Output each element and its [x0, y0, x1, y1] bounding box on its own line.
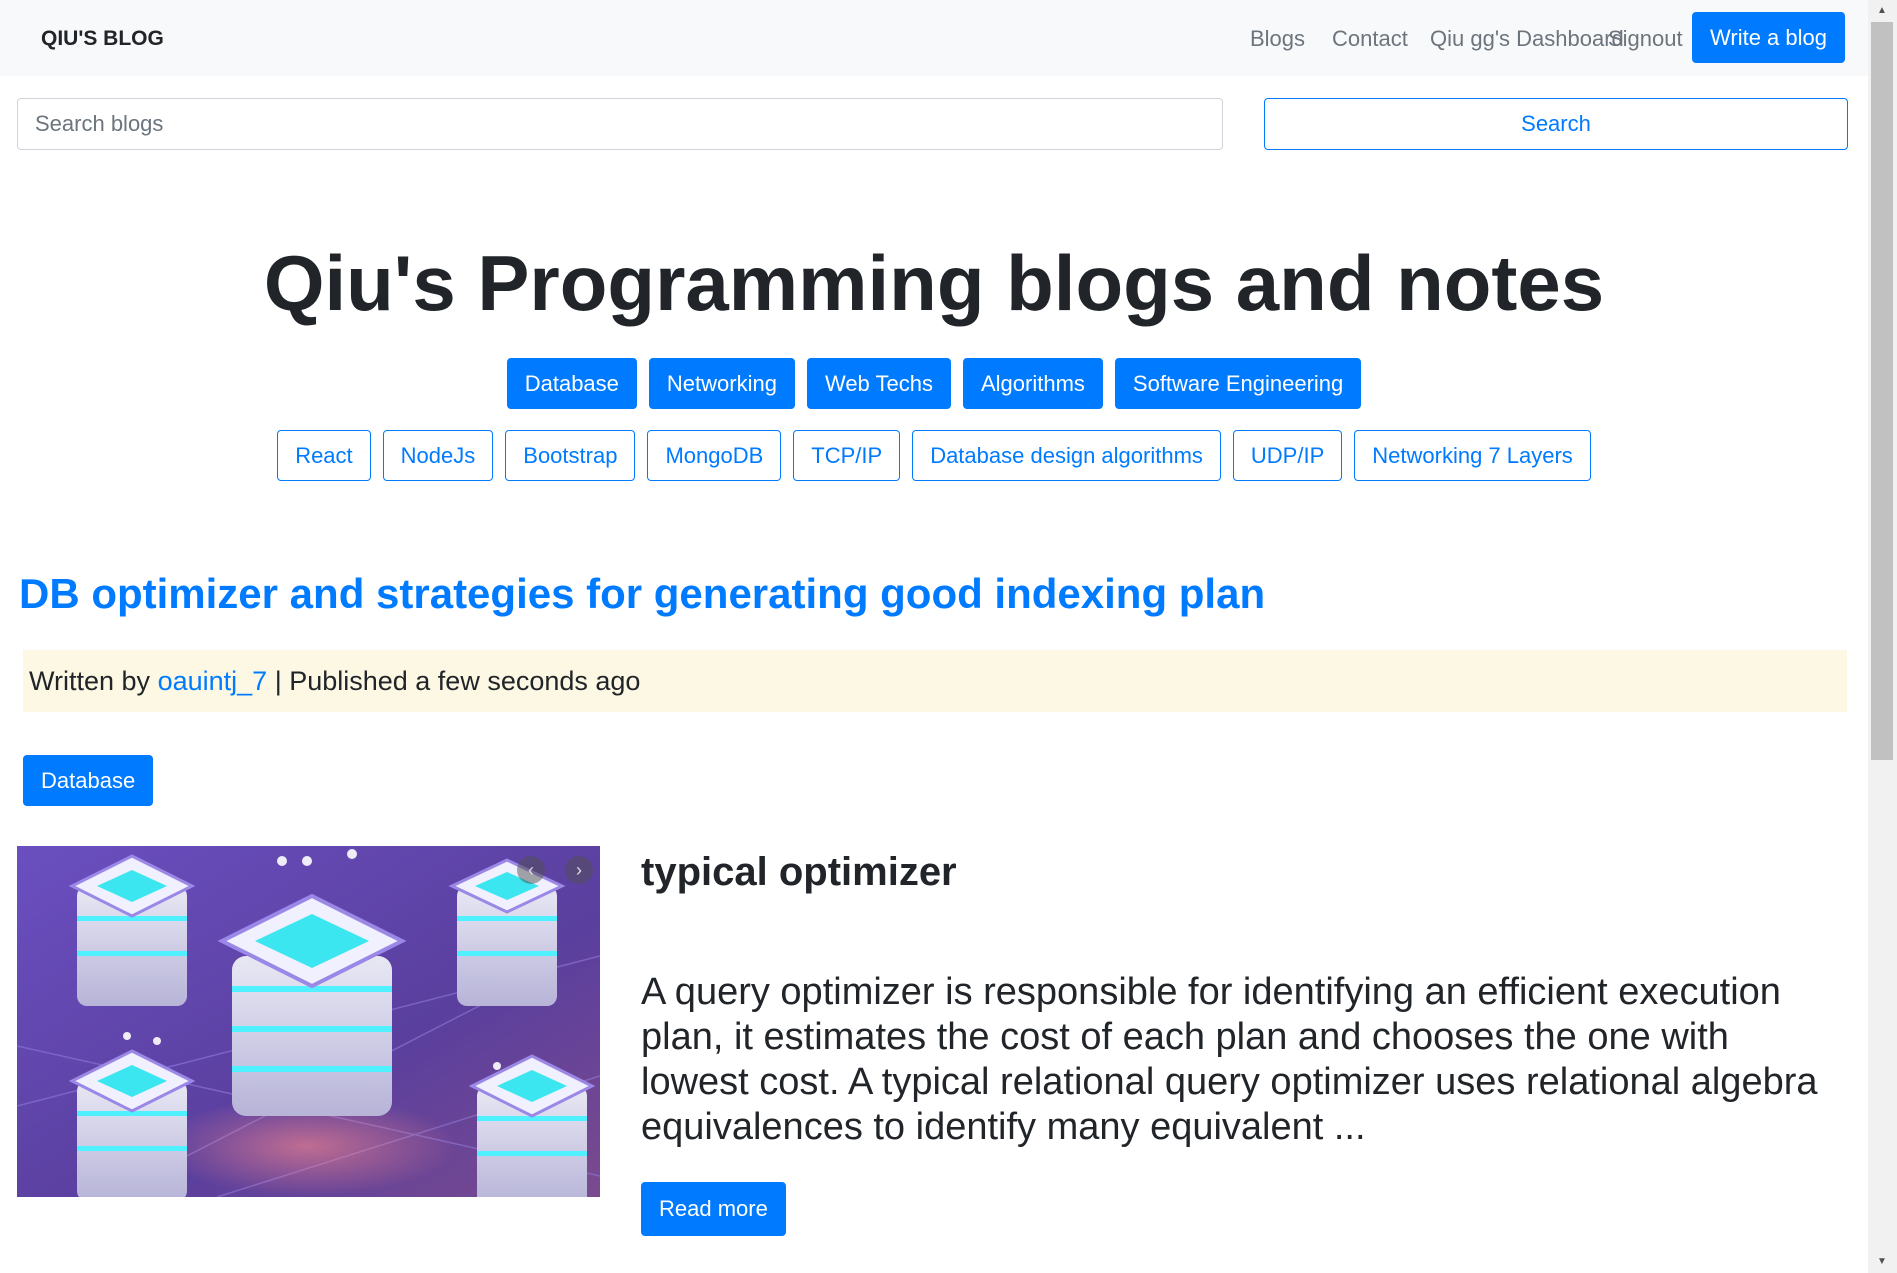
category-web-techs-button[interactable]: Web Techs: [806, 358, 951, 409]
tag-mongodb-button[interactable]: MongoDB: [647, 430, 782, 481]
search-button[interactable]: Search: [1264, 98, 1848, 150]
post-category-button[interactable]: Database: [23, 755, 154, 806]
tag-tcpip-button[interactable]: TCP/IP: [793, 430, 901, 481]
nav-link-dashboard[interactable]: Qiu gg's Dashboard: [1430, 26, 1624, 52]
scroll-up-icon[interactable]: ▲: [1874, 4, 1890, 18]
meta-published: | Published a few seconds ago: [274, 665, 641, 696]
server-bottom-right: [468, 1054, 596, 1197]
meta-prefix: Written by: [29, 665, 151, 696]
brand-logo[interactable]: QIU'S BLOG: [41, 27, 164, 51]
search-input[interactable]: [17, 98, 1223, 150]
category-networking-button[interactable]: Networking: [648, 358, 795, 409]
tag-buttons: React NodeJs Bootstrap MongoDB TCP/IP Da…: [0, 430, 1868, 481]
scroll-down-icon[interactable]: ▼: [1874, 1255, 1890, 1269]
author-link[interactable]: oauintj_7: [158, 666, 268, 697]
server-bottom-left: [68, 1049, 196, 1197]
tag-database-design-algorithms-button[interactable]: Database design algorithms: [912, 430, 1221, 481]
carousel-next-icon[interactable]: ›: [565, 856, 593, 884]
nav-link-blogs[interactable]: Blogs: [1250, 26, 1305, 52]
server-center: [217, 893, 407, 1116]
nav-link-contact[interactable]: Contact: [1332, 26, 1408, 52]
write-blog-button[interactable]: Write a blog: [1692, 12, 1845, 63]
server-top-left: [68, 854, 196, 1006]
tag-networking-7-layers-button[interactable]: Networking 7 Layers: [1354, 430, 1591, 481]
category-database-button[interactable]: Database: [506, 358, 637, 409]
scrollbar-thumb[interactable]: [1871, 22, 1893, 760]
server-top-right: [448, 858, 566, 1006]
page-title: Qiu's Programming blogs and notes: [263, 239, 1605, 327]
category-software-engineering-button[interactable]: Software Engineering: [1114, 358, 1362, 409]
category-algorithms-button[interactable]: Algorithms: [962, 358, 1103, 409]
nav-link-signout[interactable]: Signout: [1608, 26, 1683, 52]
post-meta: Written by oauintj_7 | Published a few s…: [23, 650, 1847, 712]
server-illustration: [17, 846, 600, 1197]
tag-nodejs-button[interactable]: NodeJs: [382, 430, 494, 481]
post-excerpt: A query optimizer is responsible for ide…: [641, 971, 1818, 1148]
tag-udpip-button[interactable]: UDP/IP: [1232, 430, 1343, 481]
post-subtitle: typical optimizer: [641, 850, 957, 894]
post-thumbnail-image[interactable]: ‹ ›: [17, 846, 600, 1197]
carousel-prev-icon[interactable]: ‹: [517, 856, 545, 884]
tag-bootstrap-button[interactable]: Bootstrap: [505, 430, 636, 481]
read-more-button[interactable]: Read more: [641, 1182, 786, 1236]
tag-react-button[interactable]: React: [277, 430, 371, 481]
category-buttons: Database Networking Web Techs Algorithms…: [0, 358, 1868, 409]
post-title-link[interactable]: DB optimizer and strategies for generati…: [19, 570, 1265, 618]
